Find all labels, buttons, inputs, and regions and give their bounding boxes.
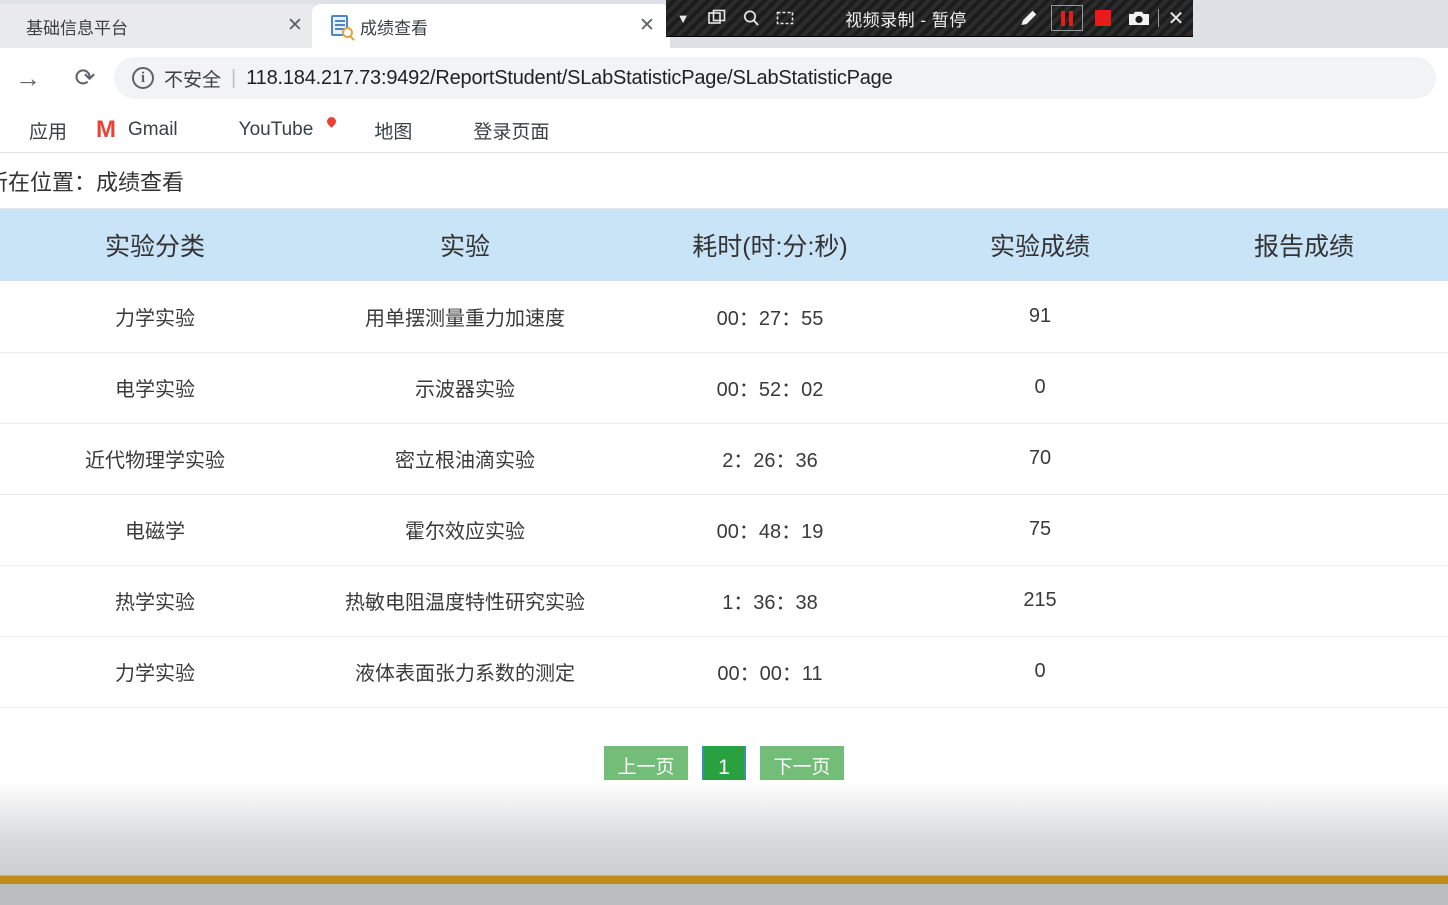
cell-report-score <box>1160 281 1448 353</box>
cell-report-score <box>1160 565 1448 637</box>
pause-button[interactable] <box>1051 5 1083 31</box>
reload-icon[interactable]: ⟳ <box>56 63 114 93</box>
cell-lab-score: 0 <box>920 352 1160 424</box>
camera-icon[interactable] <box>1120 0 1158 37</box>
cell-lab-score: 0 <box>920 636 1160 708</box>
cell-category: 力学实验 <box>0 636 310 708</box>
column-header-report-score[interactable]: 报告成绩 <box>1160 209 1448 281</box>
table-row[interactable]: 电磁学 霍尔效应实验 00：48：19 75 <box>0 494 1448 566</box>
chevron-down-icon[interactable]: ▼ <box>666 0 700 37</box>
address-bar[interactable]: i 不安全 | 118.184.217.73:9492/ReportStuden… <box>114 57 1436 99</box>
table-row[interactable]: 电学实验 示波器实验 00：52：02 0 <box>0 352 1448 424</box>
table-row[interactable]: 热学实验 热敏电阻温度特性研究实验 1：36：38 215 <box>0 565 1448 637</box>
security-status-label: 不安全 <box>164 69 222 91</box>
scores-table: 实验分类 实验 耗时(时:分:秒) 实验成绩 报告成绩 力学实验 用单摆测量重力… <box>0 209 1448 708</box>
region-select-icon[interactable] <box>768 0 802 37</box>
bookmark-maps[interactable]: 地图 <box>339 117 412 144</box>
bookmark-label: 应用 <box>29 121 68 143</box>
bookmarks-bar: 应用 M Gmail YouTube 地图 登录页面 <box>0 108 1448 153</box>
cell-category: 热学实验 <box>0 565 310 637</box>
cell-duration: 00：52：02 <box>620 352 920 424</box>
bookmark-label: YouTube <box>238 119 314 140</box>
breadcrumb: 所在位置：成绩查看 <box>0 153 1448 209</box>
cell-duration: 1：36：38 <box>620 565 920 637</box>
close-icon[interactable]: ✕ <box>634 13 660 39</box>
cell-category: 近代物理学实验 <box>0 423 310 495</box>
tab-score-view[interactable]: 成绩查看 ✕ <box>312 4 670 48</box>
bookmark-apps[interactable]: 应用 <box>0 117 67 144</box>
cell-lab-score: 70 <box>920 423 1160 495</box>
column-header-duration[interactable]: 耗时(时:分:秒) <box>620 209 920 281</box>
page-content: 所在位置：成绩查看 实验分类 实验 耗时(时:分:秒) 实验成绩 报告成绩 力学… <box>0 153 1448 905</box>
cell-report-score <box>1160 352 1448 424</box>
cell-duration: 00：48：19 <box>620 494 920 566</box>
breadcrumb-text: 所在位置：成绩查看 <box>0 169 185 195</box>
column-header-experiment[interactable]: 实验 <box>310 209 620 281</box>
forward-icon[interactable]: → <box>0 63 56 94</box>
screen-recorder-toolbar[interactable]: ▼ 视频录制 - 暂停 ✕ <box>666 0 1193 37</box>
table-body: 力学实验 用单摆测量重力加速度 00：27：55 91 电学实验 示波器实验 0… <box>0 281 1448 708</box>
bookmark-label: 登录页面 <box>473 121 550 143</box>
table-header-row: 实验分类 实验 耗时(时:分:秒) 实验成绩 报告成绩 <box>0 209 1448 281</box>
tab-title: 成绩查看 <box>360 18 428 38</box>
cell-category: 电磁学 <box>0 494 310 566</box>
cell-duration: 00：27：55 <box>620 281 920 353</box>
table-row[interactable]: 近代物理学实验 密立根油滴实验 2：26：36 70 <box>0 423 1448 495</box>
column-header-category[interactable]: 实验分类 <box>0 209 310 281</box>
cell-duration: 00：00：11 <box>620 636 920 708</box>
browser-window: 基础信息平台 ✕ 成绩查看 ✕ ▼ 视频录制 - 暂停 ✕ → ⟳ i 不安全 … <box>0 0 1448 905</box>
gmail-icon: M <box>96 116 117 143</box>
cell-report-score <box>1160 636 1448 708</box>
cell-lab-score: 215 <box>920 565 1160 637</box>
maps-icon <box>339 117 365 143</box>
omnibox-divider: | <box>231 66 237 89</box>
cell-duration: 2：26：36 <box>620 423 920 495</box>
apps-icon <box>0 117 20 143</box>
stop-button[interactable] <box>1086 0 1120 37</box>
bookmark-label: 地图 <box>374 121 413 143</box>
bookmark-youtube[interactable]: YouTube <box>204 117 314 143</box>
window-capture-icon[interactable] <box>700 0 734 37</box>
cell-lab-score: 91 <box>920 281 1160 353</box>
close-icon[interactable]: ✕ <box>1159 0 1193 37</box>
table-row[interactable]: 力学实验 液体表面张力系数的测定 00：00：11 0 <box>0 636 1448 708</box>
footer-accent-line <box>0 875 1448 884</box>
cell-experiment: 热敏电阻温度特性研究实验 <box>310 565 620 637</box>
cell-experiment: 霍尔效应实验 <box>310 494 620 566</box>
tab-basic-info-platform[interactable]: 基础信息平台 ✕ <box>0 4 318 48</box>
info-icon[interactable]: i <box>132 67 154 89</box>
document-search-icon <box>330 15 353 38</box>
table-header: 实验分类 实验 耗时(时:分:秒) 实验成绩 报告成绩 <box>0 209 1448 281</box>
footer-base-bar <box>0 884 1448 905</box>
tab-favicon-placeholder <box>0 15 18 37</box>
youtube-icon <box>204 117 230 143</box>
recorder-status-title: 视频录制 - 暂停 <box>845 10 967 30</box>
cell-experiment: 密立根油滴实验 <box>310 423 620 495</box>
cell-experiment: 用单摆测量重力加速度 <box>310 281 620 353</box>
bookmark-label: Gmail <box>128 119 178 140</box>
column-header-lab-score[interactable]: 实验成绩 <box>920 209 1160 281</box>
cell-category: 电学实验 <box>0 352 310 424</box>
bookmark-gmail[interactable]: M Gmail <box>93 117 178 143</box>
globe-icon <box>438 117 464 143</box>
navigation-bar: → ⟳ i 不安全 | 118.184.217.73:9492/ReportSt… <box>0 48 1448 108</box>
cell-category: 力学实验 <box>0 281 310 353</box>
cell-experiment: 液体表面张力系数的测定 <box>310 636 620 708</box>
cell-report-score <box>1160 423 1448 495</box>
bookmark-login-page[interactable]: 登录页面 <box>438 117 549 144</box>
cell-report-score <box>1160 494 1448 566</box>
tab-title: 基础信息平台 <box>26 18 128 38</box>
cell-lab-score: 75 <box>920 494 1160 566</box>
zoom-icon[interactable] <box>734 0 768 37</box>
pencil-icon[interactable] <box>1010 0 1048 37</box>
close-icon[interactable]: ✕ <box>282 13 308 39</box>
url-text: 118.184.217.73:9492/ReportStudent/SLabSt… <box>246 66 893 89</box>
table-row[interactable]: 力学实验 用单摆测量重力加速度 00：27：55 91 <box>0 281 1448 353</box>
cell-experiment: 示波器实验 <box>310 352 620 424</box>
